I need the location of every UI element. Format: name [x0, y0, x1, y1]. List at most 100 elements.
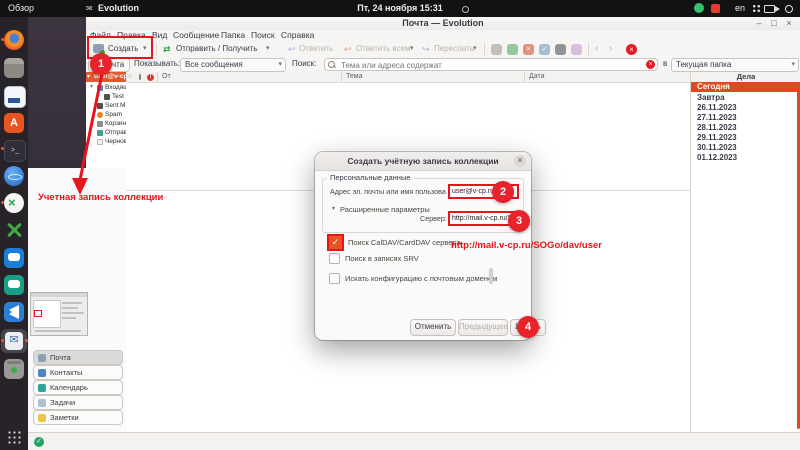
- todo-row-date[interactable]: 27.11.2023: [691, 113, 800, 123]
- domain-checkbox-label[interactable]: Искать конфигурацию с почтовым доменом: [345, 274, 497, 283]
- window-titlebar[interactable]: Почта — Evolution – □ ×: [86, 17, 800, 31]
- keyboard-icon[interactable]: [764, 5, 775, 13]
- app-grid-icon[interactable]: [7, 430, 21, 444]
- terminal-icon[interactable]: >_: [4, 140, 26, 162]
- activities-button[interactable]: Обзор: [8, 0, 34, 17]
- reply-all-button[interactable]: Ответить всем: [356, 43, 411, 55]
- volume-icon[interactable]: [775, 6, 780, 12]
- dialog-scrollbar[interactable]: [489, 268, 493, 284]
- reply-button[interactable]: Ответить: [299, 43, 333, 55]
- expander-icon[interactable]: ▾: [87, 72, 90, 82]
- previous-button[interactable]: Предыдущее: [458, 319, 508, 336]
- network-icon[interactable]: [752, 4, 761, 13]
- tree-row-inbox[interactable]: ▾ Входящие: [86, 83, 126, 92]
- todo-row-tomorrow[interactable]: Завтра: [691, 93, 800, 103]
- close-button[interactable]: ×: [782, 17, 796, 30]
- reply-all-chevron[interactable]: ▾: [410, 43, 414, 55]
- expander-icon[interactable]: ▾: [90, 83, 93, 92]
- menu-view[interactable]: Вид: [152, 30, 167, 41]
- menu-bar: Файл Правка Вид Сообщение Папка Поиск Сп…: [86, 30, 800, 41]
- xray-icon[interactable]: ×: [4, 193, 24, 213]
- not-junk-icon[interactable]: ✓: [539, 44, 550, 55]
- print-icon[interactable]: [491, 44, 502, 55]
- tree-row-sent[interactable]: Отправленные: [86, 128, 126, 137]
- srv-checkbox[interactable]: [329, 253, 340, 264]
- menu-search[interactable]: Поиск: [251, 30, 275, 41]
- switcher-tasks[interactable]: Задачи: [33, 395, 123, 410]
- todo-row-date[interactable]: 26.11.2023: [691, 103, 800, 113]
- thumb-red-mark: [34, 310, 42, 317]
- delete-icon[interactable]: [555, 44, 566, 55]
- dialog-close-button[interactable]: ×: [514, 155, 526, 167]
- attachment-column-icon[interactable]: [139, 74, 141, 80]
- minimize-button[interactable]: –: [752, 17, 766, 30]
- todo-row-date[interactable]: 30.11.2023: [691, 143, 800, 153]
- panel-app-name[interactable]: Evolution: [98, 0, 139, 17]
- trash-icon[interactable]: [4, 359, 24, 379]
- todo-row-date[interactable]: 01.12.2023: [691, 153, 800, 163]
- search-clear-icon[interactable]: ×: [646, 60, 655, 69]
- caldav-checkbox-checked[interactable]: ✓: [327, 234, 344, 251]
- winbox-icon[interactable]: [4, 166, 24, 186]
- show-filter-dropdown[interactable]: Все сообщения ▾: [180, 58, 286, 72]
- clock[interactable]: Пт, 24 ноября 15:31: [340, 0, 460, 17]
- libreoffice-writer-icon[interactable]: [4, 86, 26, 108]
- tree-row-test[interactable]: Test: [86, 92, 126, 101]
- menu-folder[interactable]: Папка: [221, 30, 245, 41]
- switcher-contacts[interactable]: Контакты: [33, 365, 123, 380]
- firefox-icon[interactable]: [4, 30, 24, 50]
- send-receive-button[interactable]: Отправить / Получить: [176, 43, 258, 55]
- thumb-line: [62, 312, 84, 314]
- column-subject[interactable]: Тема: [346, 72, 362, 82]
- chat-app2-icon[interactable]: [4, 275, 24, 295]
- send-receive-chevron[interactable]: ▾: [266, 43, 270, 55]
- tree-row-drafts[interactable]: Черновики: [86, 137, 126, 146]
- forward-chevron[interactable]: ▾: [473, 43, 477, 55]
- folder-scope-dropdown[interactable]: Текущая папка ▾: [671, 58, 799, 72]
- maximize-button[interactable]: □: [767, 17, 781, 30]
- power-icon[interactable]: [785, 5, 793, 13]
- advanced-expander-icon[interactable]: ▾: [332, 205, 335, 212]
- messenger-tray-icon[interactable]: [694, 3, 704, 13]
- switcher-label: Заметки: [50, 411, 79, 424]
- scissors-icon[interactable]: [4, 220, 24, 240]
- next-message-button[interactable]: ›: [609, 43, 612, 55]
- forward-button[interactable]: Переслать: [434, 43, 474, 55]
- keyboard-layout-indicator[interactable]: en: [735, 0, 745, 17]
- switcher-mail[interactable]: Почта: [33, 350, 123, 365]
- todo-row-date[interactable]: 28.11.2023: [691, 123, 800, 133]
- chat-app-icon[interactable]: [4, 248, 24, 268]
- search-input[interactable]: [339, 59, 633, 72]
- column-from[interactable]: От: [162, 72, 171, 82]
- advanced-expander-label[interactable]: Расширенные параметры: [340, 205, 430, 214]
- stop-icon[interactable]: ×: [626, 44, 637, 55]
- switcher-memos[interactable]: Заметки: [33, 410, 123, 425]
- mark-icon[interactable]: [571, 44, 582, 55]
- vscode-icon[interactable]: [4, 302, 24, 322]
- domain-checkbox[interactable]: [329, 273, 340, 284]
- archive-icon[interactable]: [507, 44, 518, 55]
- status-column-icon[interactable]: ○: [128, 72, 132, 82]
- todo-row-date[interactable]: 29.11.2023: [691, 133, 800, 143]
- srv-checkbox-label[interactable]: Поиск в записях SRV: [345, 254, 419, 263]
- app-store-icon[interactable]: A: [4, 113, 24, 133]
- search-box[interactable]: ×: [324, 58, 658, 71]
- menu-message[interactable]: Сообщение: [173, 30, 219, 41]
- recorder-tray-icon[interactable]: [711, 4, 720, 13]
- folder-label: Корзина: [105, 119, 126, 128]
- column-date[interactable]: Дата: [529, 72, 545, 82]
- previous-message-button[interactable]: ‹: [595, 43, 598, 55]
- tree-row-sent-messages[interactable]: Sent Messages: [86, 101, 126, 110]
- files-icon[interactable]: [4, 58, 24, 78]
- important-column-icon[interactable]: !: [147, 74, 154, 81]
- cancel-button[interactable]: Отменить: [410, 319, 456, 336]
- junk-icon[interactable]: ×: [523, 44, 534, 55]
- menu-help[interactable]: Справка: [281, 30, 314, 41]
- dialog-titlebar[interactable]: Создать учётную запись коллекции ×: [315, 152, 531, 171]
- switcher-calendar[interactable]: Календарь: [33, 380, 123, 395]
- tree-row-trash[interactable]: Корзина: [86, 119, 126, 128]
- todo-row-today[interactable]: Сегодня: [691, 82, 800, 92]
- tree-row-spam[interactable]: Spam: [86, 110, 126, 119]
- caldav-checkbox-label[interactable]: Поиск CalDAV/CardDAV сервера: [348, 238, 461, 247]
- evolution-icon-active[interactable]: ✉: [1, 329, 27, 353]
